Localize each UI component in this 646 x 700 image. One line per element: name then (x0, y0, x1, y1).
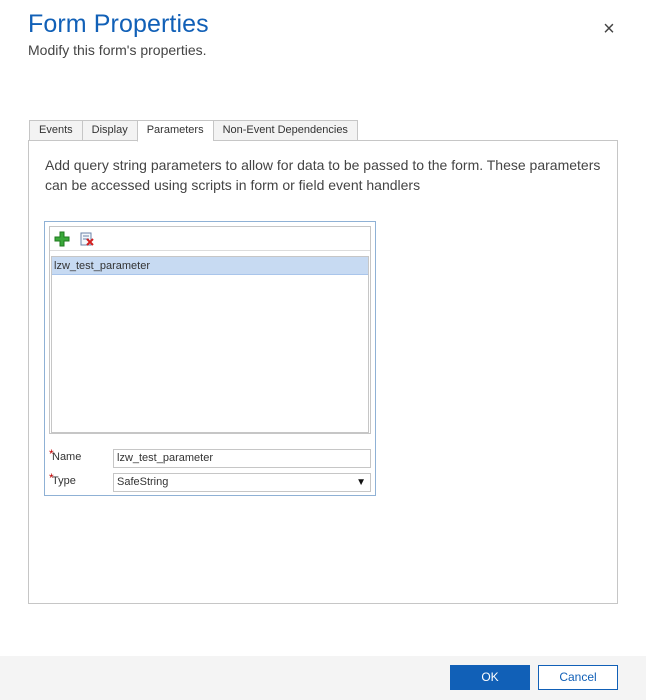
add-icon[interactable] (54, 231, 70, 247)
parameter-list-container: lzw_test_parameter (49, 226, 371, 434)
type-select[interactable]: SafeString ▼ (113, 473, 371, 492)
parameter-toolbar (50, 227, 370, 251)
parameters-description: Add query string parameters to allow for… (45, 157, 601, 193)
tab-parameters[interactable]: Parameters (136, 120, 213, 142)
name-label: Name (52, 451, 82, 463)
tab-events[interactable]: Events (29, 120, 82, 141)
dialog-subtitle: Modify this form's properties. (28, 42, 207, 58)
ok-button[interactable]: OK (450, 665, 530, 690)
tab-non-event-dependencies[interactable]: Non-Event Dependencies (212, 120, 358, 141)
type-label-wrapper: * Type (49, 471, 76, 487)
name-label-wrapper: * Name (49, 447, 82, 463)
parameter-list: lzw_test_parameter (51, 256, 369, 433)
cancel-button[interactable]: Cancel (538, 665, 618, 690)
list-item[interactable]: lzw_test_parameter (52, 257, 368, 275)
dropdown-arrow-icon: ▼ (356, 477, 366, 488)
name-field[interactable]: lzw_test_parameter (113, 449, 371, 468)
required-mark: * (49, 447, 54, 461)
parameter-editor: lzw_test_parameter * Name lzw_test_param… (44, 221, 376, 496)
delete-icon[interactable] (79, 231, 95, 247)
type-select-value: SafeString (117, 476, 169, 488)
close-icon[interactable]: × (598, 18, 620, 40)
type-label: Type (52, 475, 76, 487)
dialog-title: Form Properties (28, 10, 209, 38)
tab-display[interactable]: Display (81, 120, 137, 141)
parameters-panel: Add query string parameters to allow for… (28, 140, 618, 604)
tab-bar: Events Display Parameters Non-Event Depe… (29, 120, 358, 142)
required-mark: * (49, 471, 54, 485)
